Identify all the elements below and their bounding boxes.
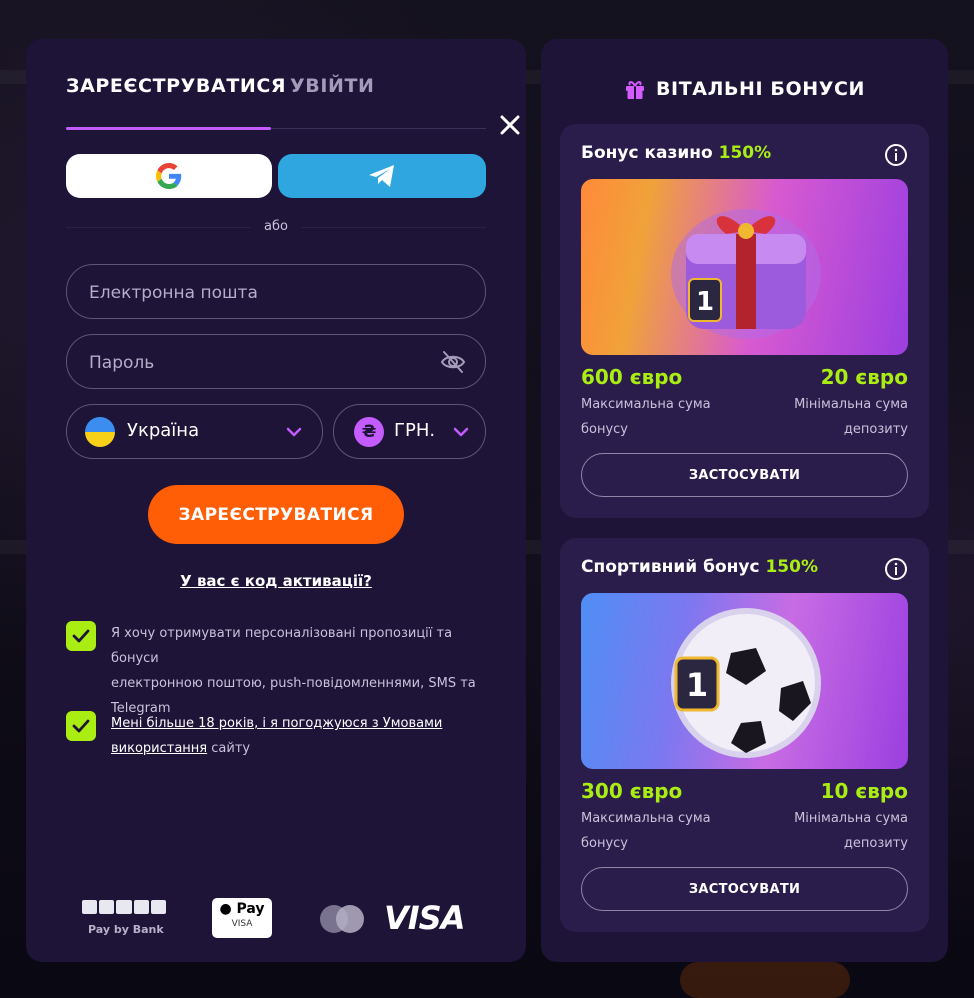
divider [301,227,486,228]
apple-pay-visa-label: VISA [231,919,253,929]
apple-icon: ● [219,901,232,917]
max-bonus-amount: 300 євро [581,779,683,803]
max-bonus-label: Максимальна сума бонусу [581,397,711,437]
card-title: Спортивний бонус 150% [581,557,818,577]
mastercard-icon [320,905,368,933]
activation-code-link[interactable]: У вас є код активації? [26,572,526,590]
marketing-consent-text: Я хочу отримувати персоналізовані пропоз… [111,621,486,721]
terms-tail: сайту [207,741,251,756]
active-tab-indicator [66,127,271,130]
card-title-text: Спортивний бонус [581,557,760,577]
bonuses-header: ВІТАЛЬНІ БОНУСИ [541,75,948,103]
apple-pay-label: Pay [236,901,265,917]
chevron-down-icon [286,427,302,437]
email-input[interactable] [87,265,431,320]
casino-bonus-card: Бонус казино 150% 1 600 євро 20 євро Мак… [560,124,929,518]
svg-text:1: 1 [686,666,708,704]
google-login-button[interactable] [66,154,272,198]
register-button[interactable]: ЗАРЕЄСТРУВАТИСЯ [148,485,404,544]
welcome-bonuses-panel: ВІТАЛЬНІ БОНУСИ Бонус казино 150% 1 600 … [541,39,948,962]
soccer-ball-image: 1 [581,593,908,769]
min-deposit-label: Мінімальна сума депозиту [794,397,908,437]
ukraine-flag-icon [85,417,115,447]
currency-value: ГРН. [394,420,436,441]
min-deposit-amount: 20 євро [820,365,908,389]
telegram-login-button[interactable] [278,154,486,198]
max-bonus-amount: 600 євро [581,365,683,389]
eye-off-icon[interactable] [439,348,467,376]
email-field[interactable] [66,264,486,320]
payment-methods: Pay by Bank ● Pay VISA VISA [80,897,480,941]
info-icon[interactable] [884,557,908,581]
telegram-icon [369,165,394,187]
close-icon[interactable] [496,111,524,139]
card-title-percent: 150% [718,143,772,163]
terms-link[interactable]: Мені більше 18 років, і я погоджуюся з У… [111,716,442,731]
tab-login[interactable]: УВІЙТИ [290,75,375,97]
hryvnia-icon: ₴ [354,417,384,447]
info-icon[interactable] [884,143,908,167]
bank-logos-icon [82,900,167,916]
min-deposit-label: Мінімальна сума депозиту [794,811,908,851]
password-field[interactable] [66,334,486,390]
terms-consent-text: Мені більше 18 років, і я погоджуюся з У… [111,711,442,761]
card-title-percent: 150% [765,557,818,577]
max-bonus-label: Максимальна сума бонусу [581,811,711,851]
terms-link[interactable]: використання [111,741,207,756]
sport-bonus-card: Спортивний бонус 150% 1 300 євро 10 євро… [560,538,929,932]
min-deposit-amount: 10 євро [820,779,908,803]
registration-panel: ЗАРЕЄСТРУВАТИСЯ УВІЙТИ або Електронна по… [26,39,526,962]
tab-register[interactable]: ЗАРЕЄСТРУВАТИСЯ [66,75,286,97]
bonuses-title: ВІТАЛЬНІ БОНУСИ [655,78,866,100]
soccer-ball-illustration: 1 [671,608,821,758]
chevron-down-icon [453,427,469,437]
terms-checkbox[interactable] [66,711,96,741]
gift-icon [625,81,644,99]
gift-box-illustration: 1 [671,209,821,339]
country-select[interactable]: Україна [66,404,323,459]
password-input[interactable] [87,335,431,390]
svg-text:1: 1 [696,287,714,317]
marketing-checkbox[interactable] [66,621,96,651]
gift-box-image: 1 [581,179,908,355]
apply-casino-bonus-button[interactable]: ЗАСТОСУВАТИ [581,453,908,497]
auth-tabs: ЗАРЕЄСТРУВАТИСЯ УВІЙТИ [66,75,520,135]
card-title-text: Бонус казино [581,143,713,163]
background-button [680,962,850,998]
check-icon [72,719,90,733]
currency-select[interactable]: ₴ ГРН. [333,404,486,459]
google-icon [156,163,182,189]
apply-sport-bonus-button[interactable]: ЗАСТОСУВАТИ [581,867,908,911]
pay-by-bank-label: Pay by Bank [88,923,164,936]
consent-line: Я хочу отримувати персоналізовані пропоз… [111,626,453,666]
consent-line: електронною поштою, push-повідомленнями,… [111,676,476,691]
check-icon [72,629,90,643]
visa-logo: VISA [384,899,465,937]
country-value: Україна [127,420,200,441]
apple-pay-logo: ● Pay VISA [212,898,272,938]
or-separator: або [66,217,486,237]
card-title: Бонус казино 150% [581,143,771,163]
